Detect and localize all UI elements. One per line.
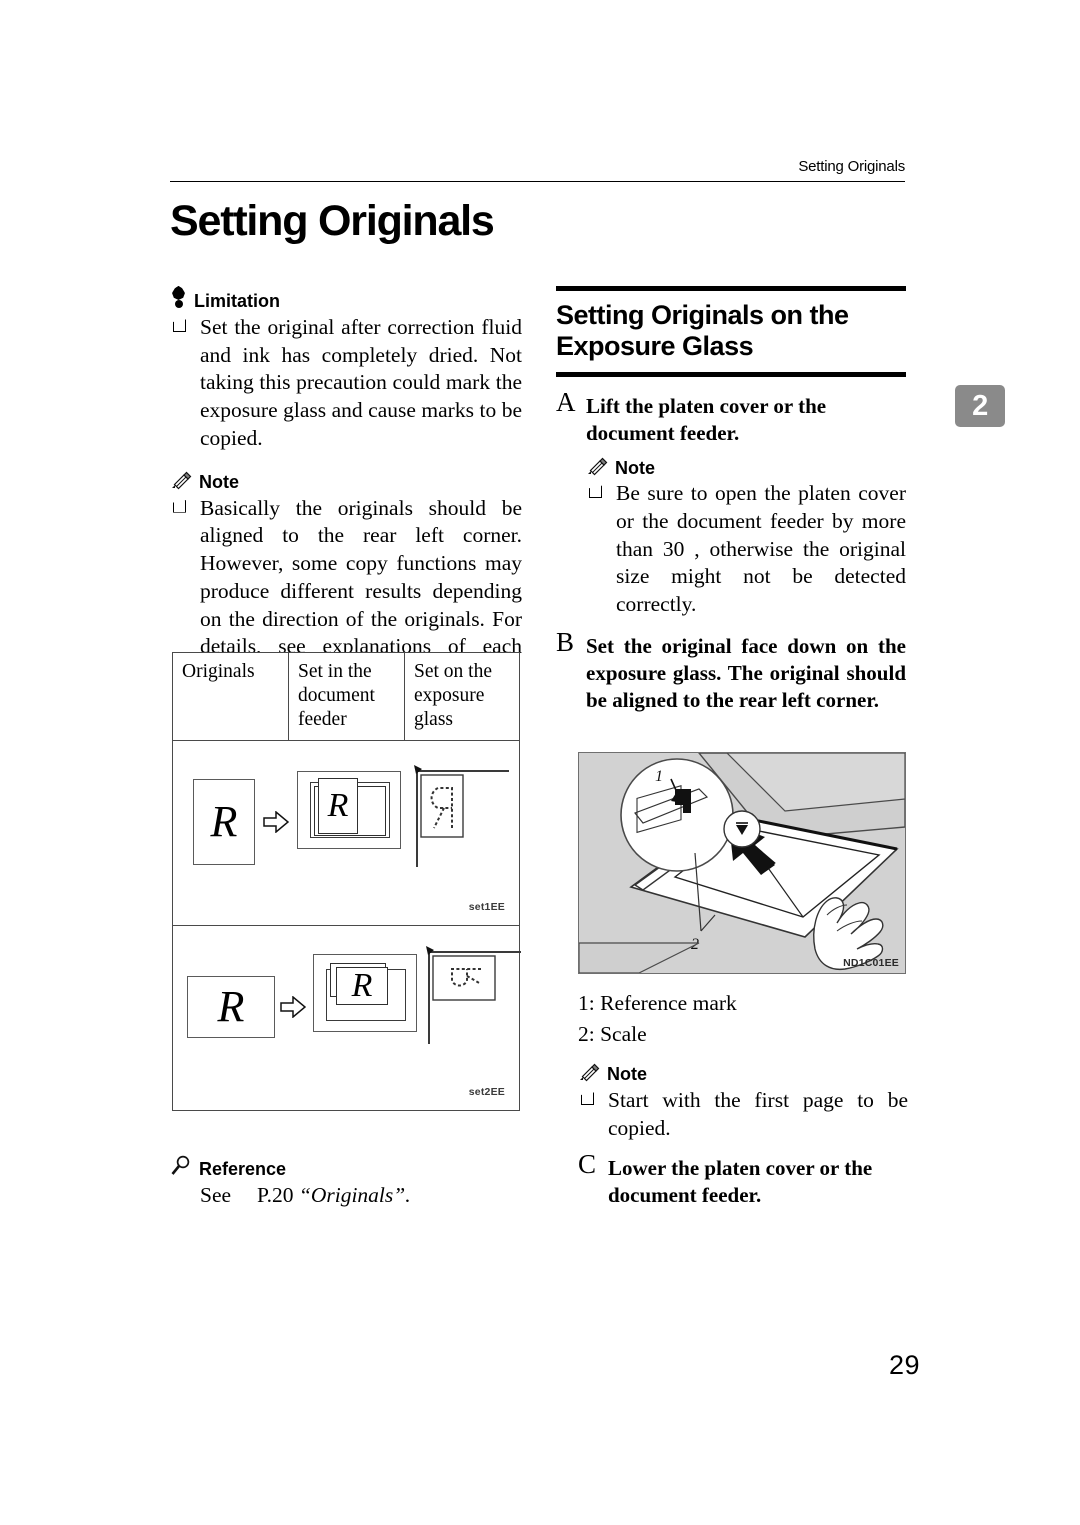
reference-label: Reference xyxy=(199,1159,287,1179)
original-sheet-portrait: R xyxy=(193,779,255,866)
limitation-balloon-icon xyxy=(170,286,187,309)
note-item-step-a: Be sure to open the platen cover or the … xyxy=(586,480,906,619)
note-label-after-legend: Note xyxy=(607,1064,647,1085)
note-label-step-a: Note xyxy=(615,458,655,479)
feeder-sheet: R xyxy=(318,778,358,835)
note-item-after-legend: Start with the first page to be copied. xyxy=(578,1087,908,1142)
figure-code: set1EE xyxy=(468,901,505,914)
originals-table: Originals Set in the document feeder Set… xyxy=(172,652,521,1112)
limitation-heading: Limitation xyxy=(170,286,522,311)
note-item-text-after-legend: Start with the first page to be copied. xyxy=(608,1088,908,1140)
note-label-left: Note xyxy=(199,471,239,492)
step-b-text: Set the original face down on the exposu… xyxy=(586,633,906,713)
reference-see-word: See xyxy=(200,1183,232,1207)
reference-text: See P.20 “Originals”. xyxy=(170,1182,522,1210)
limitation-label: Limitation xyxy=(194,291,280,311)
figure-code: set2EE xyxy=(468,1086,505,1099)
table-header-originals: Originals xyxy=(173,653,289,741)
illustration-legend: 1: Reference mark 2: Scale Note Start wi… xyxy=(578,988,908,1219)
step-c: C Lower the platen cover or the document… xyxy=(578,1150,908,1210)
bullet-square-icon xyxy=(173,319,186,332)
legend-item-2: 2: Scale xyxy=(578,1021,647,1046)
document-feeder-figure: R xyxy=(313,954,417,1033)
section-rule-top xyxy=(556,286,906,291)
arrow-right-icon xyxy=(280,996,306,1019)
exposure-glass-figure xyxy=(414,765,509,868)
table-header-document-feeder: Set in the document feeder xyxy=(289,653,405,741)
note-block-after-legend: Note Start with the first page to be cop… xyxy=(578,1063,908,1142)
reference-block: Reference See P.20 “Originals”. xyxy=(170,1155,522,1210)
step-c-text: Lower the platen cover or the document f… xyxy=(608,1155,873,1207)
page-number: 29 xyxy=(888,1350,920,1380)
note-item-text-step-a: Be sure to open the platen cover or the … xyxy=(616,481,906,617)
document-feeder-figure: R xyxy=(297,771,401,850)
table-row: R R set2EE xyxy=(173,926,521,1110)
bullet-square-icon xyxy=(589,485,602,499)
illustration-figure-code: ND1C01EE xyxy=(843,957,899,969)
step-b-letter: B xyxy=(556,626,575,657)
step-a: A Lift the platen cover or the document … xyxy=(556,388,906,448)
page-title: Setting Originals xyxy=(170,197,495,245)
original-sheet-landscape: R xyxy=(187,976,275,1039)
arrow-right-icon xyxy=(263,811,289,834)
table-row: R R set1EE xyxy=(173,741,519,927)
table-header-exposure-glass: Set on the exposure glass xyxy=(414,661,492,730)
note-heading-step-a: Note xyxy=(586,457,906,479)
limitation-item: Set the original after correction fluid … xyxy=(170,314,522,453)
step-a-text: Lift the platen cover or the document fe… xyxy=(586,393,827,445)
left-column: Limitation Set the original after correc… xyxy=(170,286,522,692)
limitation-item-text: Set the original after correction fluid … xyxy=(200,315,522,450)
exposure-glass-illustration: 1 2 ND1C01EE xyxy=(578,752,906,974)
bullet-square-icon xyxy=(173,499,186,513)
note-pencil-icon xyxy=(170,471,192,490)
section-title: Setting Originals on the Exposure Glass xyxy=(556,300,849,362)
note-pencil-icon xyxy=(586,457,608,476)
header-rule xyxy=(170,181,905,182)
bullet-square-icon xyxy=(581,1092,594,1106)
reference-page: P.20 xyxy=(257,1183,294,1207)
note-block-step-a: Note Be sure to open the platen cover or… xyxy=(556,457,906,619)
svg-text:1: 1 xyxy=(655,768,663,785)
feeder-letter: R xyxy=(327,787,349,825)
limitation-block: Limitation Set the original after correc… xyxy=(170,286,522,453)
reference-heading: Reference xyxy=(170,1155,522,1179)
feeder-sheet: R xyxy=(336,967,388,1006)
step-b: B Set the original face down on the expo… xyxy=(556,628,906,715)
reference-target-title: “Originals”. xyxy=(298,1183,411,1207)
exposure-glass-figure xyxy=(426,946,521,1045)
chapter-tab: 2 xyxy=(955,385,1005,427)
note-heading-left: Note xyxy=(170,471,522,492)
step-a-letter: A xyxy=(556,386,576,417)
legend-item-1: 1: Reference mark xyxy=(578,991,737,1015)
right-column: Setting Originals on the Exposure Glass … xyxy=(556,286,906,725)
step-c-letter: C xyxy=(578,1148,597,1179)
original-letter: R xyxy=(210,797,238,847)
note-pencil-icon xyxy=(578,1063,600,1082)
note-heading-after-legend: Note xyxy=(578,1063,908,1085)
section-rule-bottom xyxy=(556,371,906,377)
table-header-row: Originals Set in the document feeder Set… xyxy=(173,653,519,742)
feeder-letter: R xyxy=(351,967,373,1005)
document-page: Setting Originals Setting Originals 2 Li… xyxy=(0,0,1080,1525)
original-letter: R xyxy=(217,982,245,1032)
running-header: Setting Originals xyxy=(798,158,905,175)
magnifier-reference-icon xyxy=(170,1155,192,1177)
